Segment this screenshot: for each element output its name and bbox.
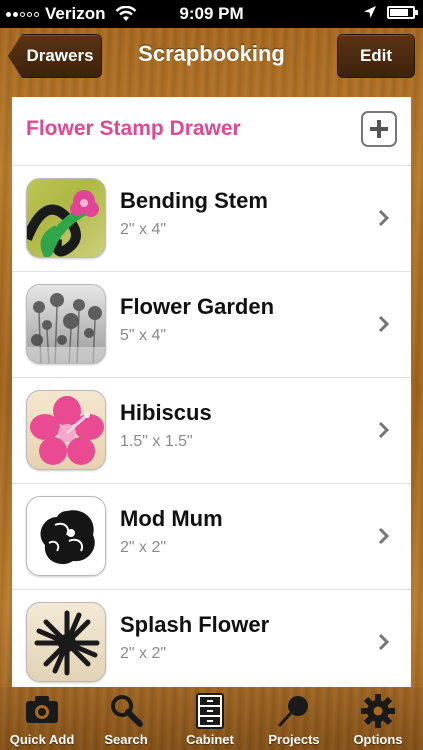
back-button-drawers[interactable]: Drawers [8, 34, 102, 78]
tab-projects[interactable]: Projects [252, 687, 336, 750]
list-item-splash-flower[interactable]: Splash Flower 2" x 2" [12, 589, 411, 687]
list-item-hibiscus[interactable]: Hibiscus 1.5" x 1.5" [12, 377, 411, 483]
tab-label: Projects [268, 732, 320, 747]
drawer-panel: Flower Stamp Drawer Bending Stem 2" x 4"… [12, 97, 411, 687]
status-bar: Verizon 9:09 PM [0, 0, 423, 28]
drawer-header: Flower Stamp Drawer [12, 97, 411, 165]
gear-icon [361, 694, 395, 728]
flower-garden-thumbnail [26, 284, 106, 364]
drawer-title: Flower Stamp Drawer [26, 117, 241, 140]
list-item-mod-mum[interactable]: Mod Mum 2" x 2" [12, 483, 411, 589]
stamp-name: Bending Stem [120, 188, 268, 213]
list-item-flower-garden[interactable]: Flower Garden 5" x 4" [12, 271, 411, 377]
hibiscus-thumbnail [26, 390, 106, 470]
cabinet-icon [196, 693, 224, 729]
stamp-name: Hibiscus [120, 400, 212, 425]
tab-label: Search [104, 732, 148, 747]
mod-mum-thumbnail [26, 496, 106, 576]
tab-label: Quick Add [9, 732, 75, 747]
camera-icon [26, 696, 58, 723]
bending-stem-thumbnail [26, 178, 106, 258]
tab-quick-add[interactable]: Quick Add [0, 687, 84, 750]
chevron-right-icon [378, 421, 390, 439]
pushpin-icon [278, 696, 308, 727]
chevron-right-icon [378, 527, 390, 545]
tab-search[interactable]: Search [84, 687, 168, 750]
tab-label: Options [353, 732, 403, 747]
status-time: 9:09 PM [179, 4, 244, 23]
splash-flower-thumbnail [26, 602, 106, 682]
plus-icon [370, 120, 388, 138]
stamp-name: Flower Garden [120, 294, 275, 319]
list-item-bending-stem[interactable]: Bending Stem 2" x 4" [12, 165, 411, 271]
stamp-size: 2" x 4" [120, 221, 167, 238]
stamp-size: 1.5" x 1.5" [120, 433, 193, 450]
location-arrow-icon [364, 6, 376, 18]
stamp-name: Mod Mum [120, 506, 223, 531]
tab-options[interactable]: Options [336, 687, 420, 750]
battery-icon [387, 5, 418, 19]
chevron-right-icon [378, 315, 390, 333]
chevron-right-icon [378, 633, 390, 651]
status-right [363, 5, 418, 19]
search-icon [111, 695, 143, 727]
stamp-list: Bending Stem 2" x 4" Flower Garden 5" x … [12, 165, 411, 687]
add-stamp-button[interactable] [361, 111, 397, 147]
stamp-size: 5" x 4" [120, 327, 167, 344]
edit-button[interactable]: Edit [337, 34, 415, 78]
tab-bar: Quick Add Search Cabinet Projects Option… [0, 687, 423, 750]
stamp-size: 2" x 2" [120, 539, 167, 556]
tab-cabinet[interactable]: Cabinet [168, 687, 252, 750]
chevron-right-icon [378, 209, 390, 227]
stamp-size: 2" x 2" [120, 645, 167, 662]
tab-label: Cabinet [186, 732, 234, 747]
page-title: Scrapbooking [138, 41, 285, 66]
stamp-name: Splash Flower [120, 612, 270, 637]
navigation-bar: Drawers Scrapbooking Edit [0, 28, 423, 86]
